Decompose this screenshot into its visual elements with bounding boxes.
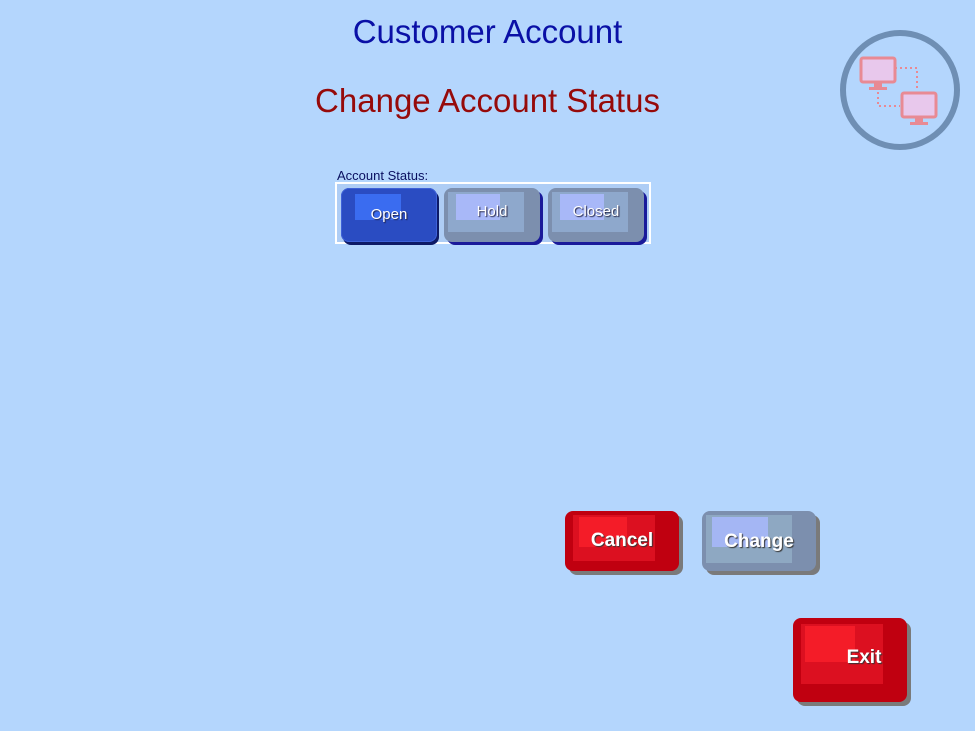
status-open-label: Open [370, 205, 408, 223]
status-closed-button[interactable]: Closed [548, 188, 644, 242]
exit-button-label: Exit [846, 647, 882, 668]
change-button[interactable]: Change [702, 511, 816, 571]
status-hold-button[interactable]: Hold [444, 188, 540, 242]
change-button-label: Change [724, 531, 794, 552]
account-status-group: Open Hold Closed [335, 182, 651, 244]
account-status-label: Account Status: [337, 168, 429, 183]
status-closed-label: Closed [572, 202, 620, 220]
exit-button[interactable]: Exit [793, 618, 907, 702]
cancel-button-label: Cancel [590, 530, 654, 551]
network-computers-icon [838, 28, 962, 152]
status-hold-label: Hold [476, 202, 508, 220]
page-subtitle: Change Account Status [315, 82, 660, 119]
page-title: Customer Account [352, 13, 623, 50]
status-open-button[interactable]: Open [341, 188, 437, 242]
cancel-button[interactable]: Cancel [565, 511, 679, 571]
